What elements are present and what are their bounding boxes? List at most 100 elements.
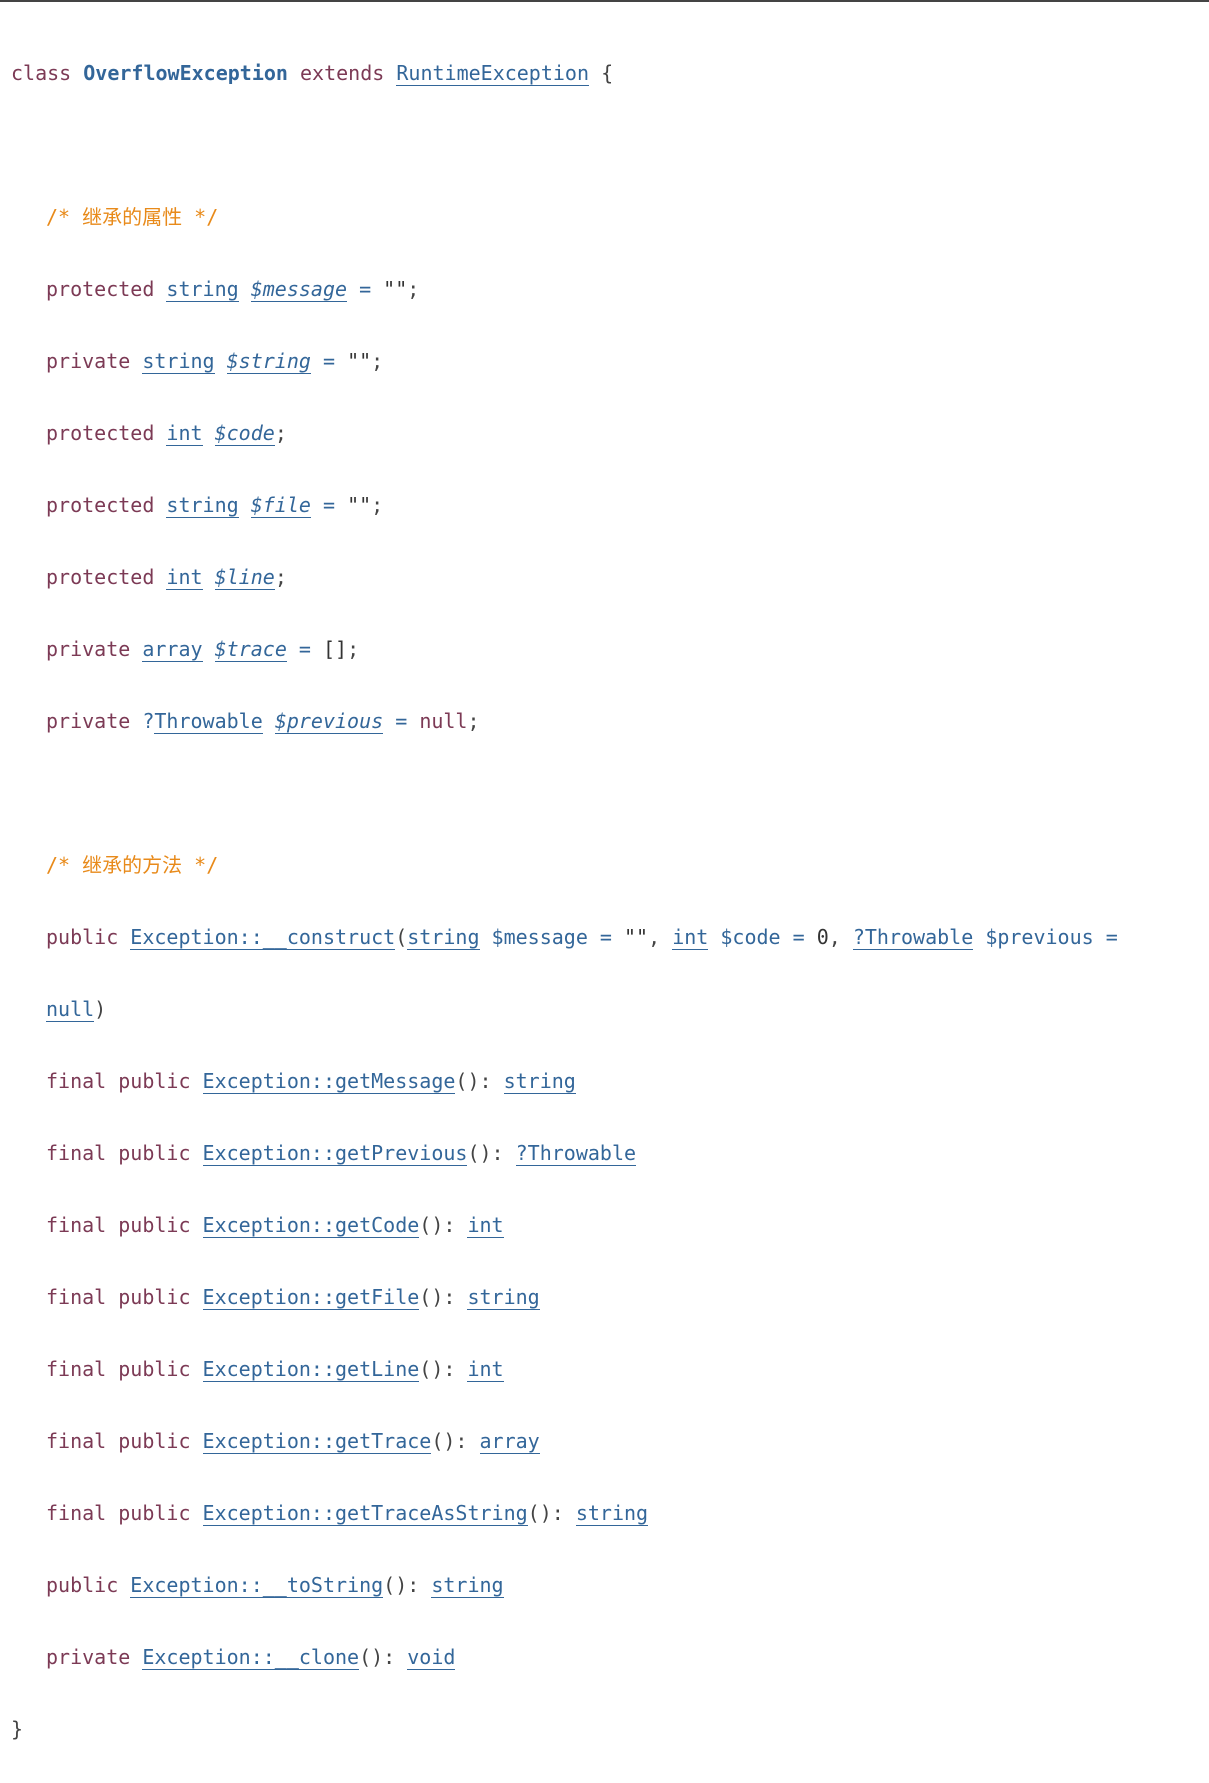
- param-name: $previous: [985, 925, 1094, 949]
- semicolon: ;: [274, 421, 287, 445]
- semicolon: ;: [347, 637, 360, 661]
- parent-class-link[interactable]: RuntimeException: [396, 61, 590, 86]
- property-default: "": [383, 277, 408, 301]
- property-visibility: protected: [46, 565, 155, 589]
- class-keyword: class: [11, 61, 72, 85]
- method-row: final public Exception::getLine(): int: [11, 1351, 1118, 1387]
- property-name-link[interactable]: $code: [214, 421, 275, 446]
- return-type-link[interactable]: string: [575, 1501, 649, 1526]
- return-type-link[interactable]: string: [467, 1285, 540, 1310]
- param-name: $message: [491, 925, 588, 949]
- method-row: final public Exception::getFile(): strin…: [11, 1279, 1118, 1315]
- property-default: []: [322, 637, 348, 661]
- open-brace: {: [601, 61, 614, 85]
- property-row: protected string $file = "";: [11, 487, 1118, 523]
- semicolon: ;: [371, 493, 384, 517]
- method-link[interactable]: Exception::getTrace: [202, 1429, 432, 1454]
- constructor-continuation-line: null): [11, 991, 1118, 1027]
- param-type-link[interactable]: ?Throwable: [852, 925, 974, 950]
- param-assign: =: [587, 925, 624, 949]
- property-row: private ?Throwable $previous = null;: [11, 703, 1118, 739]
- method-link[interactable]: Exception::getFile: [202, 1285, 420, 1310]
- close-paren: ): [94, 997, 107, 1021]
- return-type-link[interactable]: int: [467, 1357, 504, 1382]
- property-type-link[interactable]: int: [166, 421, 203, 446]
- method-row: private Exception::__clone(): void: [11, 1639, 1118, 1675]
- method-row: final public Exception::getTrace(): arra…: [11, 1423, 1118, 1459]
- property-type-link[interactable]: string: [142, 349, 215, 374]
- property-type-link[interactable]: Throwable: [154, 709, 263, 734]
- method-signature: ():: [359, 1645, 408, 1669]
- param-name: $code: [720, 925, 781, 949]
- method-modifiers: final public: [46, 1501, 191, 1525]
- method-link[interactable]: Exception::getPrevious: [202, 1141, 468, 1166]
- method-link[interactable]: Exception::getMessage: [202, 1069, 456, 1094]
- property-name-link[interactable]: $message: [250, 277, 348, 302]
- property-row: protected int $line;: [11, 559, 1118, 595]
- nullable-marker: ?: [142, 709, 155, 733]
- property-name-link[interactable]: $line: [214, 565, 275, 590]
- methods-comment-line: /* 继承的方法 */: [11, 847, 1118, 883]
- extends-keyword: extends: [300, 61, 385, 85]
- property-default: "": [347, 493, 372, 517]
- method-modifiers: final public: [46, 1213, 191, 1237]
- property-visibility: protected: [46, 277, 155, 301]
- method-link[interactable]: Exception::getCode: [202, 1213, 420, 1238]
- constructor-line: public Exception::__construct(string $me…: [11, 919, 1118, 955]
- property-type-link[interactable]: int: [166, 565, 203, 590]
- return-type-link[interactable]: int: [467, 1213, 504, 1238]
- param-default-link[interactable]: null: [46, 997, 95, 1022]
- property-row: protected string $message = "";: [11, 271, 1118, 307]
- param-assign: =: [1093, 925, 1118, 949]
- constructor-link[interactable]: Exception::__construct: [130, 925, 396, 950]
- property-assign: =: [347, 277, 384, 301]
- properties-comment: /* 继承的属性 */: [46, 205, 219, 229]
- property-assign: =: [310, 349, 348, 373]
- return-type-link[interactable]: string: [431, 1573, 504, 1598]
- return-type-link[interactable]: array: [479, 1429, 540, 1454]
- property-default: null: [419, 709, 468, 733]
- close-brace-line: }: [11, 1711, 1118, 1747]
- method-link[interactable]: Exception::getLine: [202, 1357, 420, 1382]
- method-link[interactable]: Exception::getTraceAsString: [202, 1501, 528, 1526]
- property-default: "": [347, 349, 372, 373]
- class-declaration-line: class OverflowException extends RuntimeE…: [11, 55, 1118, 91]
- method-link[interactable]: Exception::__toString: [130, 1573, 384, 1598]
- method-signature: ():: [455, 1069, 504, 1093]
- property-row: protected int $code;: [11, 415, 1118, 451]
- return-type-link[interactable]: string: [503, 1069, 576, 1094]
- semicolon: ;: [274, 565, 287, 589]
- method-modifiers: final public: [46, 1069, 191, 1093]
- method-modifiers: public: [46, 925, 119, 949]
- property-assign: =: [286, 637, 323, 661]
- param-type-link[interactable]: string: [407, 925, 480, 950]
- param-comma: ,: [648, 925, 673, 949]
- properties-comment-line: /* 继承的属性 */: [11, 199, 1118, 235]
- param-type-link[interactable]: int: [672, 925, 709, 950]
- property-visibility: private: [46, 637, 131, 661]
- open-paren: (: [395, 925, 408, 949]
- property-name-link[interactable]: $previous: [274, 709, 384, 734]
- property-name-link[interactable]: $string: [226, 349, 311, 374]
- method-modifiers: final public: [46, 1429, 191, 1453]
- property-name-link[interactable]: $trace: [214, 637, 287, 662]
- close-brace: }: [11, 1717, 24, 1741]
- property-type-link[interactable]: array: [142, 637, 203, 662]
- property-type-link[interactable]: string: [166, 493, 239, 518]
- class-name: OverflowException: [83, 61, 288, 85]
- return-type-link[interactable]: void: [407, 1645, 456, 1670]
- return-type-link[interactable]: ?Throwable: [515, 1141, 637, 1166]
- method-signature: ():: [383, 1573, 432, 1597]
- property-visibility: protected: [46, 421, 155, 445]
- method-signature: ():: [419, 1357, 468, 1381]
- top-border: [0, 0, 1209, 2]
- method-signature: ():: [419, 1285, 468, 1309]
- method-link[interactable]: Exception::__clone: [142, 1645, 360, 1670]
- property-name-link[interactable]: $file: [250, 493, 311, 518]
- property-row: private string $string = "";: [11, 343, 1118, 379]
- method-modifiers: final public: [46, 1141, 191, 1165]
- param-default: "": [624, 925, 649, 949]
- method-row: final public Exception::getCode(): int: [11, 1207, 1118, 1243]
- property-type-link[interactable]: string: [166, 277, 239, 302]
